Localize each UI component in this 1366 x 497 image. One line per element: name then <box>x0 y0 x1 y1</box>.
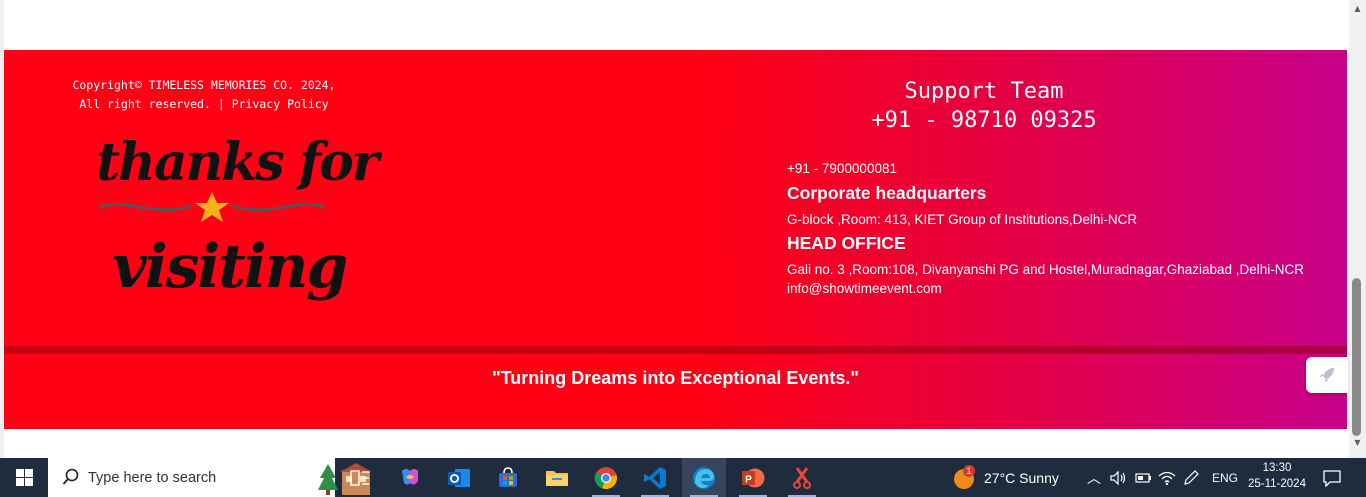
copyright-line-2: All right reserved. | Privacy Policy <box>54 95 354 114</box>
store-icon <box>499 466 517 487</box>
search-placeholder: Type here to search <box>88 469 217 486</box>
clock-time: 13:30 <box>1262 462 1292 474</box>
visiting-text: visiting <box>112 232 348 302</box>
weather-widget[interactable]: 1 27°C Sunny <box>953 458 1059 497</box>
weather-sun-icon: 1 <box>953 464 975 489</box>
store-button[interactable] <box>486 458 530 497</box>
windows-logo-icon <box>15 469 33 486</box>
task-view-button[interactable] <box>338 458 382 497</box>
thanks-text: thanks for <box>96 132 379 193</box>
scroll-to-top-button[interactable] <box>1306 357 1348 393</box>
site-footer: Copyright© TIMELESS MEMORIES CO. 2024, A… <box>4 50 1347 429</box>
copilot-button[interactable] <box>388 458 432 497</box>
tagline: "Turning Dreams into Exceptional Events.… <box>492 368 859 388</box>
copyright-line: Copyright© TIMELESS MEMORIES CO. 2024, <box>72 78 336 92</box>
task-view-icon <box>350 469 369 486</box>
support-phone: +91 - 98710 09325 <box>871 108 1097 133</box>
language-indicator[interactable]: ENG <box>1212 458 1238 497</box>
head-office-heading: HEAD OFFICE <box>787 233 906 253</box>
page-scrollbar[interactable]: ▲ ▼ <box>1349 0 1366 458</box>
chrome-icon <box>594 466 617 489</box>
copyright-text: Copyright© TIMELESS MEMORIES CO. 2024, A… <box>54 76 354 114</box>
taskbar-search[interactable]: Type here to search <box>48 458 372 497</box>
windows-taskbar: Type here to search P 1 27°C Sunny ︿ ENG… <box>0 458 1366 497</box>
battery-icon[interactable] <box>1133 470 1153 486</box>
privacy-policy-link[interactable]: Privacy Policy <box>232 97 329 111</box>
corporate-address: G-block ,Room: 413, KIET Group of Instit… <box>787 212 1138 227</box>
notification-icon <box>1323 469 1341 487</box>
contact-block: +91 - 7900000081 Corporate headquarters … <box>787 161 1347 301</box>
pen-icon[interactable] <box>1181 469 1201 486</box>
browser-viewport: Copyright© TIMELESS MEMORIES CO. 2024, A… <box>0 0 1366 458</box>
search-icon <box>62 468 79 485</box>
svg-text:P: P <box>745 474 752 485</box>
volume-icon[interactable] <box>1109 470 1129 486</box>
file-explorer-button[interactable] <box>535 458 579 497</box>
scroll-down-arrow-icon[interactable]: ▼ <box>1349 438 1366 448</box>
snipping-tool-button[interactable] <box>780 458 824 497</box>
support-title: Support Team <box>904 79 1064 104</box>
clock-date: 25-11-2024 <box>1248 478 1306 490</box>
thanks-for-visiting-graphic: thanks for visiting <box>92 132 379 322</box>
footer-divider <box>4 346 1347 354</box>
weather-badge: 1 <box>963 464 975 477</box>
powerpoint-icon: P <box>742 468 765 487</box>
chevron-up-icon[interactable]: ︿ <box>1083 468 1105 488</box>
folder-icon <box>546 470 568 486</box>
corporate-heading: Corporate headquarters <box>787 183 987 203</box>
wifi-icon[interactable] <box>1157 470 1177 486</box>
rocket-icon <box>1320 368 1334 382</box>
scroll-up-arrow-icon[interactable]: ▲ <box>1349 4 1366 14</box>
support-block: Support Team +91 - 98710 09325 <box>859 77 1109 135</box>
weather-text: 27°C Sunny <box>984 469 1059 486</box>
star-flourish-icon <box>99 192 325 222</box>
edge-button[interactable] <box>682 458 726 497</box>
vscode-button[interactable] <box>633 458 677 497</box>
clock[interactable]: 13:30 25-11-2024 <box>1244 460 1310 492</box>
outlook-button[interactable] <box>437 458 481 497</box>
notifications-button[interactable] <box>1322 458 1342 497</box>
start-button[interactable] <box>0 458 48 497</box>
outlook-icon <box>448 468 470 487</box>
secondary-phone: +91 - 7900000081 <box>787 161 897 176</box>
head-office-address: Gali no. 3 ,Room:108, Divanyanshi PG and… <box>787 262 1305 277</box>
rights-text: All right reserved. | <box>79 97 232 111</box>
scroll-thumb[interactable] <box>1352 278 1361 436</box>
powerpoint-button[interactable]: P <box>731 458 775 497</box>
email-address: info@showtimeevent.com <box>787 281 942 296</box>
copilot-icon <box>402 468 418 485</box>
system-tray: ︿ <box>1083 458 1201 497</box>
vscode-icon <box>644 466 666 489</box>
scissors-icon <box>793 466 811 489</box>
language-text: ENG <box>1212 470 1239 485</box>
edge-icon <box>693 466 715 489</box>
chrome-button[interactable] <box>584 458 628 497</box>
